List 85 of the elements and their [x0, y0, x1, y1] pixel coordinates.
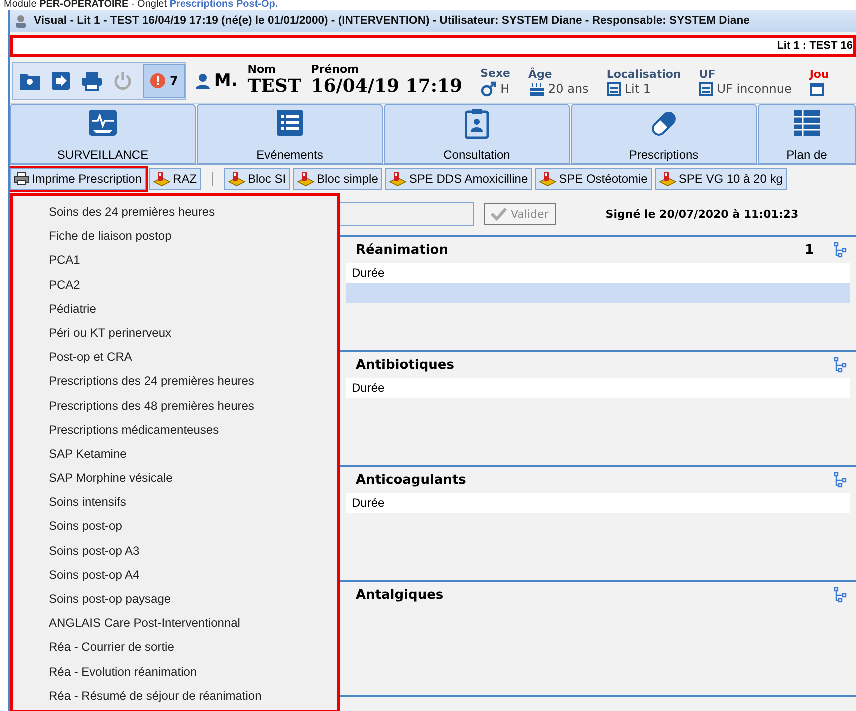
menu-item[interactable]: Soins post-op A4 — [13, 562, 337, 587]
menu-item[interactable]: Soins des 24 premières heures — [13, 200, 337, 224]
menu-item[interactable]: Péri ou KT perinerveux — [13, 320, 337, 346]
printer-icon[interactable] — [81, 71, 103, 91]
menu-item[interactable]: PCA1 — [13, 248, 337, 273]
comment-input[interactable] — [340, 202, 474, 226]
toolbar-button[interactable]: Bloc simple — [293, 168, 382, 190]
field-label: Jou — [810, 66, 830, 82]
syringe-tray-icon — [297, 171, 316, 187]
field-label: UF — [699, 66, 717, 82]
syringe-tray-icon — [658, 171, 677, 187]
page-caption: Module PER-OPERATOIRE - Onglet Prescriptions Post-Op. — [3, 0, 280, 10]
section-count: 1 — [804, 242, 814, 258]
field-label: Sexe — [480, 66, 511, 80]
field-label: Localisation — [606, 66, 682, 82]
grid-icon — [793, 109, 821, 137]
section-title: Anticoagulants — [356, 472, 468, 488]
menu-item[interactable]: SAP Ketamine — [13, 442, 337, 466]
patient-civility: M. — [214, 71, 238, 91]
tree-icon[interactable] — [834, 587, 848, 603]
toolbar-button[interactable]: Bloc SI — [224, 168, 290, 190]
field-label: Âge — [528, 66, 554, 82]
menu-item[interactable]: Soins intensifs — [13, 490, 337, 514]
section-row[interactable]: Durée — [346, 378, 850, 398]
patient-name-value: 16/04/19 17:19 — [311, 76, 463, 98]
menu-item[interactable]: PCA2 — [13, 272, 337, 297]
clipboard-icon — [465, 109, 489, 139]
printer-icon — [14, 172, 30, 186]
menu-item[interactable]: Soins post-op A3 — [13, 538, 337, 563]
menu-item[interactable]: Prescriptions médicamenteuses — [13, 418, 337, 442]
menu-item[interactable]: ANGLAIS Care Post-Interventionnal — [13, 611, 337, 636]
menu-item[interactable]: Pédiatrie — [13, 296, 337, 321]
toolbar-button[interactable]: RAZ — [149, 168, 202, 190]
module-tab[interactable]: Prescriptions — [571, 104, 757, 164]
menu-item[interactable]: Réa - Résumé de séjour de réanimation — [13, 684, 337, 708]
field-label: Nom — [248, 64, 277, 76]
field-value: Lit 1 — [624, 82, 651, 96]
alert-button[interactable]: 7 — [143, 64, 186, 98]
exit-icon[interactable] — [51, 71, 71, 91]
window-title: Visual - Lit 1 - TEST 16/04/19 17:19 (né(e) le 01/01/2000) - (INTERVENTION) - Utilisateur: SYSTEM Diane - Responsable: SYSTEM Diane — [34, 15, 750, 27]
tree-icon[interactable] — [834, 472, 848, 488]
module-tab[interactable]: Evénements — [197, 104, 383, 164]
syringe-tray-icon — [539, 171, 558, 187]
module-tab[interactable]: Consultation — [384, 104, 570, 164]
person-icon — [196, 73, 210, 89]
field-label: Prénom — [311, 64, 360, 76]
module-tab[interactable]: Plan de — [758, 104, 856, 164]
menu-item[interactable]: Réa - Courrier de sortie — [13, 635, 337, 660]
app-icon — [14, 14, 28, 28]
monitor-icon — [88, 109, 118, 137]
menu-item[interactable]: Soins post-op — [13, 514, 337, 539]
menu-item[interactable]: Soins post-op paysage — [13, 587, 337, 612]
section-title: Antibiotiques — [356, 358, 456, 372]
module-tab[interactable]: SURVEILLANCE — [10, 104, 196, 164]
banner-text: Lit 1 : TEST 16 — [777, 40, 853, 52]
list-icon — [276, 109, 304, 137]
section-row[interactable]: Durée — [346, 263, 850, 283]
menu-item[interactable]: Prescriptions des 48 premières heures — [13, 394, 337, 418]
toolbar-button[interactable]: Imprime Prescription — [10, 168, 146, 190]
field-value: 20 ans — [548, 82, 589, 96]
syringe-tray-icon — [228, 171, 246, 187]
syringe-tray-icon — [153, 171, 172, 187]
toolbar-button[interactable]: SPE Ostéotomie — [535, 168, 652, 190]
menu-item[interactable]: Réa - Evolution réanimation — [13, 660, 337, 684]
toolbar-button[interactable]: SPE VG 10 à 20 kg — [654, 168, 787, 190]
field-value: H — [500, 82, 510, 96]
male-icon — [480, 80, 497, 96]
field-value: UF inconnue — [717, 82, 792, 96]
section-row[interactable]: Durée — [346, 493, 850, 513]
menu-item[interactable]: Post-op et CRA — [13, 345, 337, 370]
menu-item[interactable]: SAP Morphine vésicale — [13, 466, 337, 490]
patient-name-value: TEST — [248, 76, 302, 98]
section-title: Réanimation — [356, 242, 450, 258]
folder-icon[interactable] — [19, 71, 41, 91]
signature-text: Signé le 20/07/2020 à 11:01:23 — [606, 208, 799, 220]
menu-item[interactable]: Fiche de liaison postop — [13, 224, 337, 248]
alert-icon — [150, 73, 166, 89]
menu-item[interactable]: Prescriptions des 24 premières heures — [13, 369, 337, 394]
tree-icon[interactable] — [834, 357, 848, 373]
checkmark-icon — [491, 207, 507, 221]
calendar-icon — [810, 82, 824, 96]
tree-icon[interactable] — [834, 242, 848, 258]
toolbar-button[interactable]: SPE DDS Amoxicilline — [385, 168, 532, 190]
syringe-tray-icon — [389, 171, 408, 187]
section-title: Antalgiques — [356, 588, 445, 602]
